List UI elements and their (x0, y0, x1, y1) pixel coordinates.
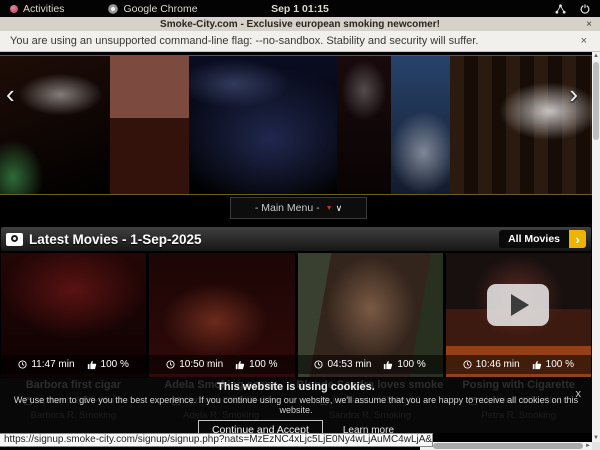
banner-photo-placeholder[interactable] (110, 56, 190, 194)
menu-triangle-icon: ▼ (326, 205, 333, 212)
rating-label: 100 % (101, 359, 129, 370)
clock-icon (18, 360, 27, 369)
browser-title-bar: Smoke-City.com - Exclusive european smok… (0, 17, 600, 31)
banner-photo-placeholder[interactable] (0, 56, 110, 194)
page-content: ‹ › - Main Menu - ▼ ∨ Latest Movies - 1-… (0, 52, 600, 450)
window-close-icon[interactable]: × (586, 19, 592, 30)
movie-thumbnail[interactable]: 11:47 min 100 % (1, 253, 146, 377)
movie-thumbnail[interactable]: 10:50 min 100 % (149, 253, 294, 377)
warning-close-icon[interactable]: × (581, 35, 587, 47)
clock-icon (166, 360, 175, 369)
movie-stats: 11:47 min 100 % (1, 355, 146, 374)
banner-prev-icon[interactable]: ‹ (6, 81, 15, 107)
movie-thumbnail[interactable]: 10:46 min 100 % (446, 253, 591, 377)
movie-grid: 11:47 min 100 % 10:50 min 100 % 04:53 mi… (1, 253, 591, 377)
banner-photo-placeholder[interactable] (391, 56, 450, 194)
latest-movies-header: Latest Movies - 1-Sep-2025 All Movies › (1, 227, 591, 251)
main-menu-label: - Main Menu - (255, 202, 320, 214)
chevron-down-icon: ∨ (336, 203, 343, 214)
scroll-up-icon[interactable]: ▲ (592, 52, 600, 60)
sandbox-warning-infobar: You are using an unsupported command-lin… (0, 31, 600, 52)
movie-thumbnail[interactable]: 04:53 min 100 % (298, 253, 443, 377)
banner-photo-placeholder[interactable] (337, 56, 390, 194)
all-movies-button[interactable]: All Movies (499, 230, 569, 248)
rating-label: 100 % (546, 359, 574, 370)
duration-label: 10:46 min (476, 359, 520, 370)
all-movies-arrow-icon[interactable]: › (569, 230, 586, 248)
camera-icon (6, 233, 23, 246)
thumbs-up-icon (383, 360, 393, 370)
cookie-consent-banner: This website is using cookies. We use th… (0, 378, 592, 433)
cookie-body-text: We use them to give you the best experie… (0, 395, 592, 415)
horizontal-scrollbar-thumb[interactable] (433, 443, 583, 449)
banner-photo-placeholder[interactable] (189, 56, 337, 194)
banner-photo-placeholder[interactable] (450, 56, 592, 194)
thumbs-up-icon (87, 360, 97, 370)
system-top-bar: Activities Google Chrome Sep 1 01:15 (0, 0, 600, 17)
vertical-scrollbar-thumb[interactable] (593, 62, 599, 140)
scrollbar-corner (592, 442, 600, 450)
scroll-right-icon[interactable]: ► (584, 442, 592, 450)
promo-banner: ‹ › (0, 55, 592, 195)
system-clock[interactable]: Sep 1 01:15 (0, 3, 600, 15)
window-title: Smoke-City.com - Exclusive european smok… (160, 19, 440, 30)
movie-stats: 04:53 min 100 % (298, 355, 443, 374)
cookie-close-icon[interactable]: x (576, 389, 582, 400)
thumbs-up-icon (532, 360, 542, 370)
section-title: Latest Movies - 1-Sep-2025 (29, 232, 202, 247)
warning-text: You are using an unsupported command-lin… (10, 35, 478, 47)
power-icon[interactable] (580, 4, 590, 14)
main-menu-dropdown[interactable]: - Main Menu - ▼ ∨ (230, 197, 367, 219)
rating-label: 100 % (249, 359, 277, 370)
play-button[interactable] (487, 284, 549, 326)
duration-label: 04:53 min (327, 359, 371, 370)
duration-label: 11:47 min (31, 359, 74, 370)
cookie-title: This website is using cookies. (0, 381, 592, 393)
movie-stats: 10:46 min 100 % (446, 355, 591, 374)
thumbs-up-icon (235, 360, 245, 370)
status-url-bubble: https://signup.smoke-city.com/signup/sig… (0, 433, 433, 447)
clock-icon (314, 360, 323, 369)
clock-icon (463, 360, 472, 369)
banner-next-icon[interactable]: › (569, 81, 578, 107)
rating-label: 100 % (397, 359, 425, 370)
network-icon[interactable] (555, 4, 566, 14)
movie-stats: 10:50 min 100 % (149, 355, 294, 374)
horizontal-scrollbar[interactable]: ► (420, 442, 592, 450)
vertical-scrollbar[interactable]: ▲ ▼ (592, 52, 600, 442)
scroll-down-icon[interactable]: ▼ (592, 434, 600, 442)
duration-label: 10:50 min (179, 359, 223, 370)
